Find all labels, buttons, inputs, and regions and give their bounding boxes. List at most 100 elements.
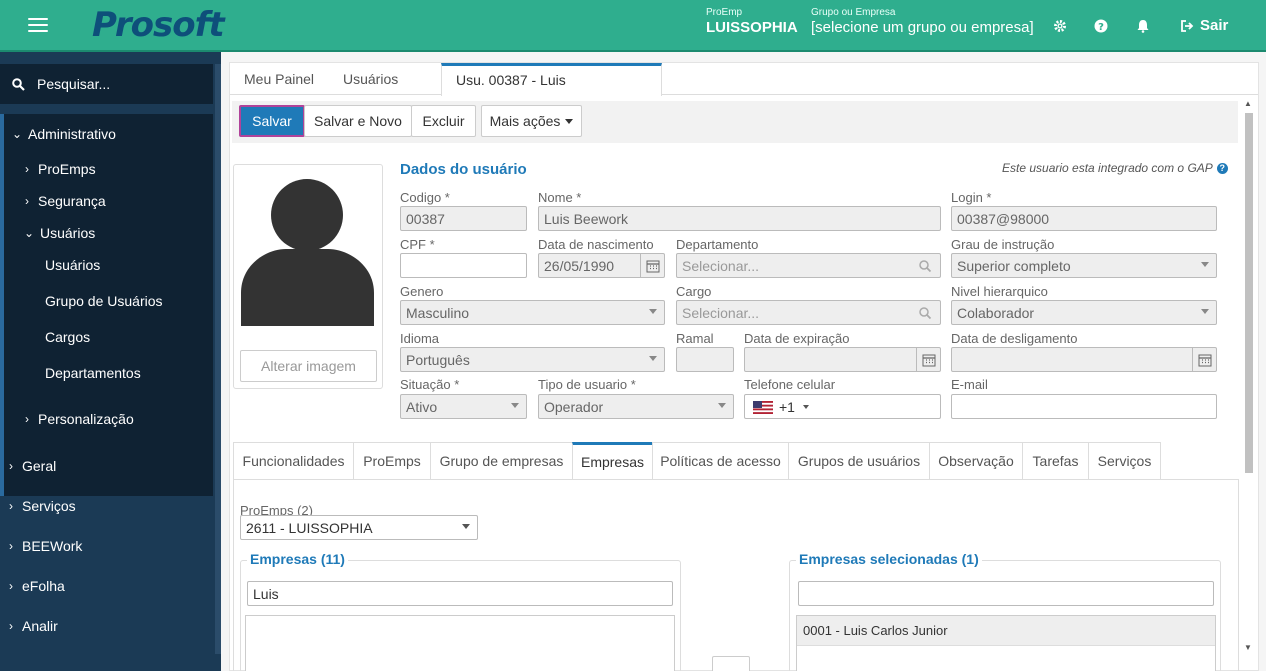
idioma-label: Idioma — [400, 331, 440, 346]
sidebar-item-departamentos[interactable]: Departamentos — [45, 365, 141, 381]
delete-button[interactable]: Excluir — [411, 105, 476, 137]
bell-icon[interactable] — [1134, 17, 1152, 35]
caret-down-icon — [649, 309, 657, 314]
role-select[interactable]: Selecionar... — [676, 300, 941, 325]
sidebar-item-beework[interactable]: › BEEWork — [6, 538, 82, 554]
toolbar: Salvar Salvar e Novo Excluir Mais ações — [232, 101, 1238, 143]
sidebar-item-personalizacao[interactable]: › Personalização — [22, 411, 134, 427]
mobile-phone-field[interactable]: +1 — [744, 394, 941, 419]
expiration-date-field[interactable] — [744, 347, 941, 372]
proemp-selector[interactable]: ProEmp LUISSOPHIA — [706, 7, 798, 36]
sidebar-item-label: BEEWork — [22, 538, 83, 554]
more-actions-button[interactable]: Mais ações — [481, 105, 582, 137]
tab-servicos[interactable]: Serviços — [1088, 442, 1161, 480]
menu-icon[interactable] — [28, 18, 48, 34]
scroll-up-icon[interactable]: ▲ — [1244, 99, 1252, 108]
birthdate-field[interactable]: 26/05/1990 — [538, 253, 665, 278]
sidebar-item-usuarios[interactable]: ⌄ Usuários — [24, 225, 95, 241]
termination-date-field[interactable] — [951, 347, 1217, 372]
selected-filter-input[interactable] — [798, 581, 1214, 606]
role-placeholder: Selecionar... — [682, 304, 760, 321]
caret-down-icon — [718, 403, 726, 408]
proemps-select[interactable]: 2611 - LUISSOPHIA — [240, 515, 478, 540]
chevron-right-icon: › — [9, 579, 13, 593]
nivel-label: Nivel hierarquico — [951, 284, 1048, 299]
svg-text:?: ? — [1098, 22, 1104, 33]
sidebar-search[interactable]: Pesquisar... — [0, 64, 213, 104]
level-select[interactable]: Colaborador — [951, 300, 1217, 325]
codigo-field[interactable]: 00387 — [400, 206, 527, 231]
language-select[interactable]: Português — [400, 347, 665, 372]
user-type-value: Operador — [544, 398, 604, 415]
sidebar-item-label: Departamentos — [45, 365, 141, 381]
sidebar-item-label: Geral — [22, 458, 57, 474]
caret-down-icon — [1201, 309, 1209, 314]
sidebar-item-label: Analir — [22, 618, 58, 634]
nome-label: Nome * — [538, 190, 582, 205]
tab-politicas-acesso[interactable]: Políticas de acesso — [652, 442, 789, 480]
logout-button[interactable]: Sair — [1180, 17, 1228, 34]
section-title: Dados do usuário — [400, 161, 527, 178]
gender-select[interactable]: Masculino — [400, 300, 665, 325]
sidebar-item-cargos[interactable]: Cargos — [45, 329, 90, 345]
sidebar-item-label: Grupo de Usuários — [45, 293, 163, 309]
cpf-field[interactable] — [400, 253, 527, 278]
photo-box: Alterar imagem — [233, 164, 383, 389]
calendar-icon[interactable] — [645, 258, 661, 274]
proemps-value: 2611 - LUISSOPHIA — [246, 519, 373, 536]
tab-observacao[interactable]: Observação — [929, 442, 1023, 480]
chevron-right-icon: › — [9, 619, 13, 633]
sidebar-item-geral[interactable]: › Geral — [6, 458, 56, 474]
group-selector[interactable]: Grupo ou Empresa [selecione um grupo ou … — [811, 7, 1034, 36]
us-flag-icon[interactable] — [753, 401, 773, 414]
change-image-button[interactable]: Alterar imagem — [240, 350, 377, 382]
email-field[interactable] — [951, 394, 1217, 419]
status-select[interactable]: Ativo — [400, 394, 527, 419]
scroll-down-icon[interactable]: ▼ — [1244, 643, 1252, 652]
sidebar-item-analir[interactable]: › Analir — [6, 618, 58, 634]
group-value: [selecione um grupo ou empresa] — [811, 19, 1034, 36]
content-scrollbar[interactable]: ▲ ▼ — [1242, 97, 1254, 652]
save-and-new-button[interactable]: Salvar e Novo — [304, 105, 412, 137]
tab-proemps[interactable]: ProEmps — [353, 442, 431, 480]
tab-grupo-empresas[interactable]: Grupo de empresas — [430, 442, 573, 480]
calendar-icon[interactable] — [1197, 352, 1213, 368]
tab-meu-painel[interactable]: Meu Painel — [244, 63, 314, 95]
selected-empresas-list[interactable]: 0001 - Luis Carlos Junior — [796, 615, 1216, 671]
transfer-button[interactable] — [712, 656, 750, 671]
gear-icon[interactable] — [1051, 17, 1069, 35]
sidebar-item-administrativo[interactable]: ⌄ Administrativo — [12, 126, 116, 142]
tab-funcionalidades[interactable]: Funcionalidades — [233, 442, 354, 480]
department-select[interactable]: Selecionar... — [676, 253, 941, 278]
tab-usuario-active[interactable]: Usu. 00387 - Luis Beework✕ — [441, 63, 662, 117]
sidebar-item-sub-usuarios[interactable]: Usuários — [45, 257, 100, 273]
ramal-field[interactable] — [676, 347, 734, 372]
sidebar-item-seguranca[interactable]: › Segurança — [22, 193, 106, 209]
chevron-down-icon: ⌄ — [24, 226, 35, 240]
tab-usuarios[interactable]: Usuários — [343, 63, 398, 95]
celular-label: Telefone celular — [744, 377, 836, 392]
empresas-filter-input[interactable]: Luis — [247, 581, 673, 606]
help-icon[interactable]: ? — [1216, 162, 1228, 174]
tab-tarefas[interactable]: Tarefas — [1022, 442, 1089, 480]
help-icon[interactable]: ? — [1092, 17, 1110, 35]
tab-grupos-usuarios[interactable]: Grupos de usuários — [788, 442, 930, 480]
sidebar-item-proemps[interactable]: › ProEmps — [22, 161, 96, 177]
nome-field[interactable]: Luis Beework — [538, 206, 941, 231]
calendar-icon[interactable] — [921, 352, 937, 368]
education-select[interactable]: Superior completo — [951, 253, 1217, 278]
save-button[interactable]: Salvar — [239, 105, 305, 137]
proemp-value: LUISSOPHIA — [706, 19, 798, 36]
empresas-list[interactable] — [245, 615, 675, 671]
sidebar-item-grupo-usuarios[interactable]: Grupo de Usuários — [45, 293, 163, 309]
login-field[interactable]: 00387@98000 — [951, 206, 1217, 231]
sidebar-item-efolha[interactable]: › eFolha — [6, 578, 65, 594]
user-type-select[interactable]: Operador — [538, 394, 734, 419]
list-item[interactable]: 0001 - Luis Carlos Junior — [797, 616, 1215, 646]
tab-empresas[interactable]: Empresas — [572, 442, 653, 480]
chevron-right-icon: › — [25, 412, 29, 426]
scroll-thumb[interactable] — [1245, 113, 1253, 473]
caret-down-icon[interactable] — [803, 405, 809, 409]
user-avatar-icon — [241, 179, 374, 326]
sidebar-item-servicos[interactable]: › Serviços — [6, 498, 76, 514]
